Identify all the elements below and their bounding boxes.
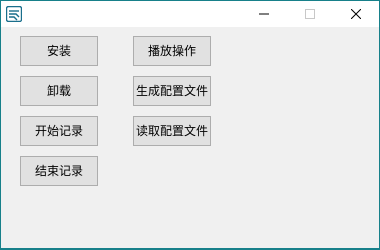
title-bar[interactable] (1, 1, 379, 27)
minimize-icon (259, 13, 269, 15)
start-record-button[interactable]: 开始记录 (20, 116, 98, 146)
app-logo-icon (5, 5, 23, 23)
maximize-icon (305, 9, 315, 19)
main-window: 安装 卸载 开始记录 结束记录 播放操作 生成配置文件 读取配置文件 (0, 0, 380, 250)
generate-config-button[interactable]: 生成配置文件 (133, 76, 211, 106)
playback-button[interactable]: 播放操作 (133, 36, 211, 66)
install-button[interactable]: 安装 (20, 36, 98, 66)
uninstall-button[interactable]: 卸载 (20, 76, 98, 106)
read-config-button[interactable]: 读取配置文件 (133, 116, 211, 146)
close-icon (351, 9, 361, 19)
close-button[interactable] (333, 1, 379, 27)
maximize-button[interactable] (287, 1, 333, 27)
client-area: 安装 卸载 开始记录 结束记录 播放操作 生成配置文件 读取配置文件 (1, 27, 379, 248)
minimize-button[interactable] (241, 1, 287, 27)
stop-record-button[interactable]: 结束记录 (20, 156, 98, 186)
